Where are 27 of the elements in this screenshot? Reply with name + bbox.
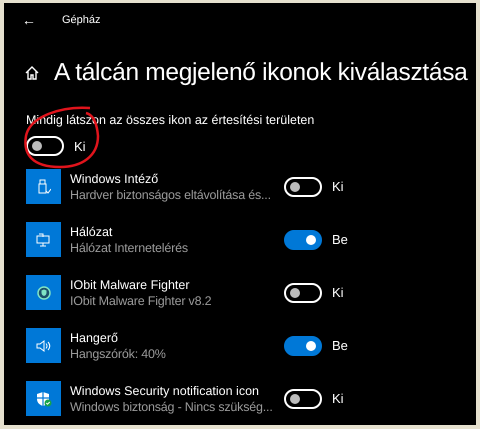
app-detail: Hálózat Internetelérés: [70, 240, 189, 254]
back-button[interactable]: ←: [22, 12, 62, 28]
app-name: IObit Malware Fighter: [70, 278, 190, 292]
window-title: Gépház: [62, 14, 101, 26]
toggle-state: Ki: [332, 285, 344, 300]
app-name: Windows Security notification icon: [70, 384, 260, 398]
toggle-state: Ki: [74, 138, 86, 154]
toggle-switch[interactable]: [284, 336, 322, 356]
page-title: A tálcán megjelenő ikonok kiválasztása: [54, 59, 468, 87]
app-name: Windows Intéző: [70, 172, 160, 186]
shield-check-icon: [36, 390, 52, 406]
monitor-icon: [36, 232, 52, 246]
home-icon[interactable]: [24, 65, 40, 81]
toggle-state: Be: [332, 232, 348, 247]
toggle-state: Ki: [332, 179, 344, 194]
app-detail: Hangszórók: 40%: [70, 346, 167, 360]
app-name: Hálózat: [70, 224, 114, 238]
app-detail: Windows biztonság - Nincs szükség...: [70, 400, 274, 414]
shield-icon: [36, 286, 50, 300]
app-name: Hangerő: [70, 330, 119, 344]
toggle-switch[interactable]: [284, 230, 322, 250]
usb-drive-icon: [36, 178, 50, 194]
app-detail: IObit Malware Fighter v8.2: [70, 294, 212, 308]
toggle-state: Ki: [332, 391, 344, 406]
speaker-icon: [36, 338, 52, 352]
toggle-state: Be: [332, 338, 348, 353]
app-detail: Hardver biztonságos eltávolítása és...: [70, 188, 272, 202]
